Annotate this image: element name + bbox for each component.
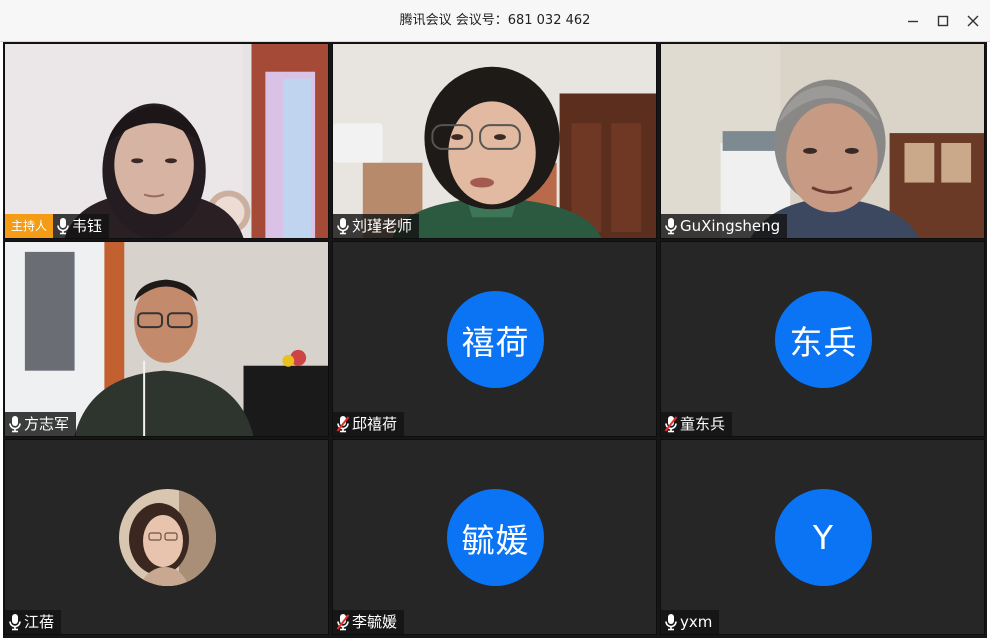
minimize-button[interactable] <box>900 8 926 34</box>
participant-name: GuXingsheng <box>661 214 788 238</box>
participant-tile-4[interactable]: 方志军 <box>4 241 329 437</box>
minimize-icon <box>908 20 918 23</box>
participant-tile-2[interactable]: 刘瑾老师 <box>332 43 657 239</box>
close-icon <box>967 15 979 27</box>
participant-name-text: GuXingsheng <box>680 217 781 235</box>
participant-name: yxm <box>661 610 720 634</box>
name-bar: 童东兵 <box>661 412 733 436</box>
participant-tile-5[interactable]: 禧荷 邱禧荷 <box>332 241 657 437</box>
participant-name-text: 韦钰 <box>72 217 103 235</box>
close-button[interactable] <box>960 8 986 34</box>
participant-video <box>661 44 984 238</box>
participant-tile-6[interactable]: 东兵 童东兵 <box>660 241 985 437</box>
participant-name: 童东兵 <box>661 412 733 436</box>
participant-name: 邱禧荷 <box>333 412 405 436</box>
microphone-muted-icon <box>336 415 350 433</box>
participant-avatar: Y <box>775 489 872 586</box>
participant-name-text: yxm <box>680 613 713 631</box>
participant-avatar: 毓媛 <box>447 489 544 586</box>
participant-video <box>5 44 328 238</box>
name-bar: 刘瑾老师 <box>333 214 420 238</box>
name-bar: yxm <box>661 610 720 634</box>
microphone-icon <box>56 217 70 235</box>
participant-tile-1[interactable]: 主持人 韦钰 <box>4 43 329 239</box>
name-bar: 江蓓 <box>5 610 62 634</box>
maximize-icon <box>937 15 949 27</box>
participant-video <box>5 242 328 436</box>
participant-tile-9[interactable]: Y yxm <box>660 439 985 635</box>
participant-tile-8[interactable]: 毓媛 李毓媛 <box>332 439 657 635</box>
name-bar: 主持人 韦钰 <box>5 214 110 238</box>
participant-name: 刘瑾老师 <box>333 214 420 238</box>
participant-name-text: 刘瑾老师 <box>352 217 413 235</box>
participant-tile-3[interactable]: GuXingsheng <box>660 43 985 239</box>
microphone-icon <box>8 415 22 433</box>
participant-name: 方志军 <box>5 412 77 436</box>
window-title: 腾讯会议 会议号：681 032 462 <box>399 13 591 28</box>
host-badge: 主持人 <box>5 214 54 238</box>
participant-name-text: 李毓媛 <box>352 613 398 631</box>
participant-avatar-photo <box>119 489 216 586</box>
microphone-icon <box>664 613 678 631</box>
microphone-icon <box>664 217 678 235</box>
title-bar[interactable]: 腾讯会议 会议号：681 032 462 <box>0 0 990 42</box>
participant-name-text: 方志军 <box>24 415 70 433</box>
participant-tile-7[interactable]: 江蓓 <box>4 439 329 635</box>
participant-avatar: 禧荷 <box>447 291 544 388</box>
name-bar: GuXingsheng <box>661 214 788 238</box>
microphone-muted-icon <box>664 415 678 433</box>
maximize-button[interactable] <box>930 8 956 34</box>
participant-name-text: 邱禧荷 <box>352 415 398 433</box>
name-bar: 方志军 <box>5 412 77 436</box>
participant-video <box>333 44 656 238</box>
name-bar: 李毓媛 <box>333 610 405 634</box>
participant-name: 江蓓 <box>5 610 62 634</box>
participant-name: 韦钰 <box>53 214 110 238</box>
video-grid: 主持人 韦钰 刘瑾老师 GuXingsheng 方志军 禧荷 邱禧荷 东兵 童东… <box>3 42 987 638</box>
participant-name-text: 江蓓 <box>24 613 55 631</box>
participant-name: 李毓媛 <box>333 610 405 634</box>
microphone-icon <box>336 217 350 235</box>
name-bar: 邱禧荷 <box>333 412 405 436</box>
microphone-icon <box>8 613 22 631</box>
participant-name-text: 童东兵 <box>680 415 726 433</box>
microphone-muted-icon <box>336 613 350 631</box>
participant-avatar: 东兵 <box>775 291 872 388</box>
